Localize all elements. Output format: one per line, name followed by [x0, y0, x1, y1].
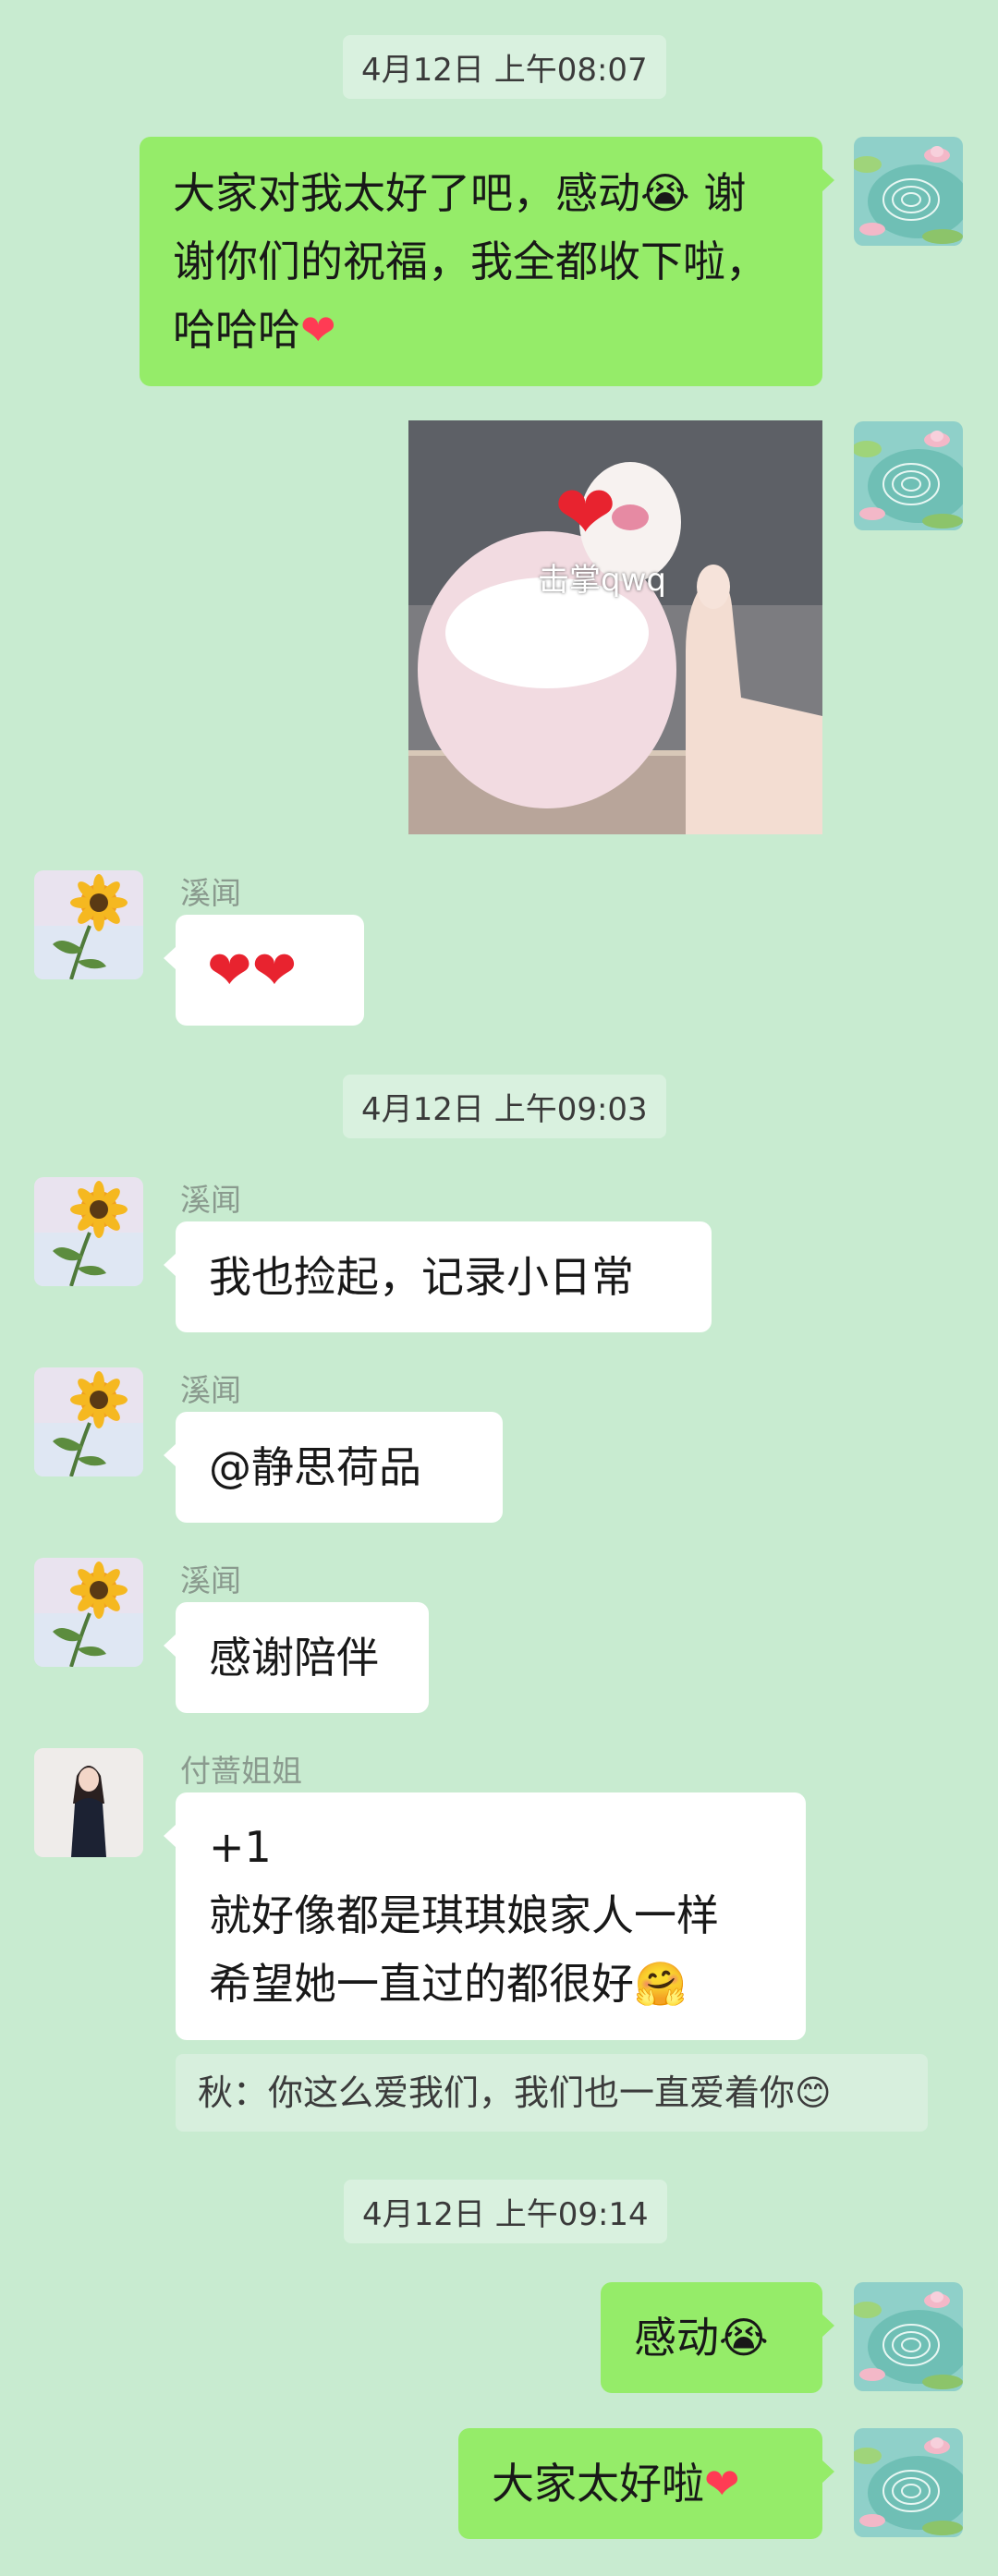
message-text: 就好像都是琪琪娘家人一样	[209, 1890, 719, 1940]
sender-name: 溪闻	[180, 1182, 241, 1218]
self-avatar[interactable]	[854, 2282, 963, 2391]
self-avatar[interactable]	[854, 2428, 963, 2537]
crying-face-icon: 😭	[640, 168, 690, 218]
heart-icon: ❤	[704, 2459, 740, 2509]
incoming-message-bubble[interactable]: @静思荷品	[164, 1412, 503, 1523]
sender-avatar-xiwen[interactable]	[34, 1367, 143, 1476]
timestamp: 4月12日 上午09:14	[344, 2180, 667, 2243]
smiling-face-icon: 😊	[795, 2072, 832, 2113]
sunflower-icon	[34, 1177, 143, 1286]
message-text: 感动	[634, 2313, 719, 2363]
lotus-pond-icon	[854, 421, 963, 530]
message-text: 谢	[703, 168, 747, 218]
sender-name: 溪闻	[180, 1562, 241, 1598]
incoming-message-bubble[interactable]: ❤❤	[164, 915, 364, 1026]
sunflower-icon	[34, 1558, 143, 1667]
sticker-caption: 击掌qwq	[538, 562, 666, 599]
hugging-face-icon: 🤗	[634, 1959, 688, 2009]
heart-icon: ❤	[554, 469, 617, 555]
incoming-message-bubble[interactable]: +1 就好像都是琪琪娘家人一样 希望她一直过的都很好🤗	[164, 1792, 806, 2040]
heart-icon: ❤	[300, 305, 336, 355]
quoted-reply[interactable]: 秋：你这么爱我们，我们也一直爱着你😊	[176, 2054, 928, 2132]
self-avatar[interactable]	[854, 421, 963, 530]
sender-avatar-xiwen[interactable]	[34, 870, 143, 979]
timestamp: 4月12日 上午09:03	[343, 1075, 666, 1138]
sender-name: 付蔷姐姐	[180, 1753, 302, 1789]
lotus-pond-icon	[854, 2282, 963, 2391]
timestamp: 4月12日 上午08:07	[343, 35, 666, 99]
sunflower-icon	[34, 870, 143, 979]
sender-avatar-xiwen[interactable]	[34, 1177, 143, 1286]
message-text: @静思荷品	[209, 1442, 421, 1492]
incoming-message-bubble[interactable]: 我也捡起，记录小日常	[164, 1221, 712, 1332]
woman-portrait-icon	[34, 1748, 143, 1857]
sunflower-icon	[34, 1367, 143, 1476]
lotus-pond-icon	[854, 2428, 963, 2537]
outgoing-message-bubble[interactable]: 大家对我太好了吧，感动😭 谢 谢你们的祝福，我全都收下啦， 哈哈哈❤	[140, 137, 834, 386]
message-text: +1	[209, 1822, 272, 1872]
self-avatar[interactable]	[854, 137, 963, 246]
lotus-pond-icon	[854, 137, 963, 246]
message-text: 大家太好啦	[492, 2459, 704, 2509]
message-text: 希望她一直过的都很好	[209, 1959, 634, 2009]
message-text: 谢你们的祝福，我全都收下啦，	[173, 237, 768, 286]
heart-icon: ❤❤	[207, 939, 298, 1002]
message-text: 感谢陪伴	[209, 1633, 379, 1683]
quote-text: 秋：你这么爱我们，我们也一直爱着你	[198, 2072, 796, 2113]
sender-avatar-xiwen[interactable]	[34, 1558, 143, 1667]
sender-name: 溪闻	[180, 875, 241, 911]
outgoing-message-bubble[interactable]: 大家太好啦❤	[458, 2428, 834, 2539]
message-text: 哈哈哈	[173, 305, 300, 355]
outgoing-message-bubble[interactable]: 感动😭	[601, 2282, 834, 2393]
message-text: 大家对我太好了吧，感动	[173, 168, 640, 218]
sender-name: 溪闻	[180, 1372, 241, 1408]
crying-face-icon: 😭	[719, 2313, 769, 2363]
sender-avatar-fuqiang[interactable]	[34, 1748, 143, 1857]
incoming-message-bubble[interactable]: 感谢陪伴	[164, 1602, 429, 1713]
sticker-image[interactable]: ❤ 击掌qwq	[408, 420, 822, 834]
message-text: 我也捡起，记录小日常	[209, 1252, 634, 1302]
